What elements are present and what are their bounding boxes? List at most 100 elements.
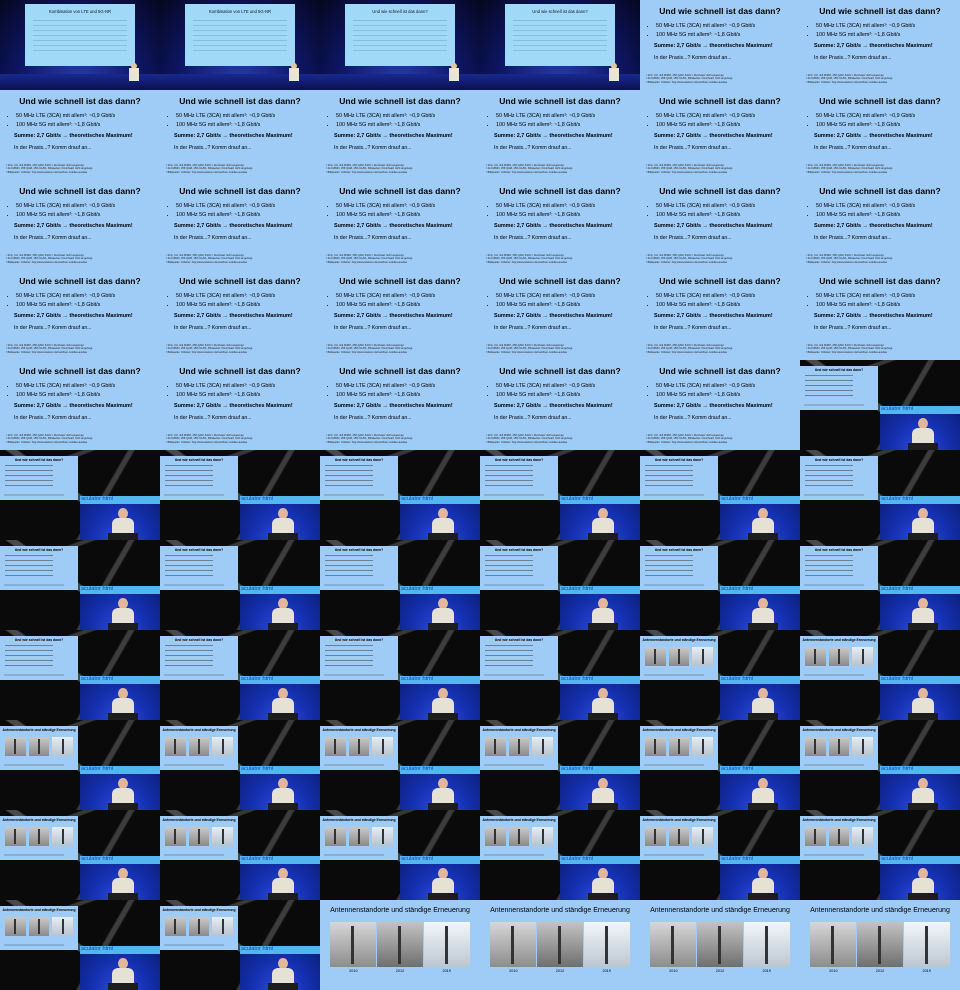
camera-banner: aculator html xyxy=(80,496,160,504)
video-frame-thumbnail[interactable]: Und wie schnell ist das dann? 50 MHz LTE … xyxy=(0,360,160,450)
video-frame-thumbnail[interactable]: Antennenstandorte und ständige Erneuerun… xyxy=(480,720,640,810)
video-frame-thumbnail[interactable]: Und wie schnell ist das dann? 50 MHz LTE … xyxy=(160,360,320,450)
video-frame-thumbnail[interactable]: Und wie schnell ist das dann? 50 MHz LTE … xyxy=(480,90,640,180)
bullet-list: 50 MHz LTE (3CA) mit allem¹: ~0,9 Gbit/s… xyxy=(648,382,755,400)
video-frame-thumbnail[interactable]: Und wie schnell ist das dann? xyxy=(480,0,640,90)
camera-logo-text: aculator html xyxy=(881,586,914,592)
video-frame-thumbnail[interactable]: Antennenstandorte und ständige Erneuerun… xyxy=(800,810,960,900)
video-frame-thumbnail[interactable]: Antennenstandorte und ständige Erneuerun… xyxy=(0,810,160,900)
video-frame-thumbnail[interactable]: Antennenstandorte und ständige Erneuerun… xyxy=(320,720,480,810)
video-frame-thumbnail[interactable]: Kombination von LTE und 5G-NR xyxy=(0,0,160,90)
video-frame-thumbnail[interactable]: Und wie schnell ist das dann? 50 MHz LTE … xyxy=(320,270,480,360)
video-frame-thumbnail[interactable]: Und wie schnell ist das dann? aculator ht… xyxy=(480,450,640,540)
video-frame-thumbnail[interactable]: Und wie schnell ist das dann? 50 MHz LTE … xyxy=(640,360,800,450)
antenna-photo xyxy=(828,647,850,666)
lectern xyxy=(108,893,138,900)
video-frame-thumbnail[interactable]: Und wie schnell ist das dann? 50 MHz LTE … xyxy=(480,270,640,360)
bullet-item: 50 MHz LTE (3CA) mit allem¹: ~0,9 Gbit/s xyxy=(496,202,595,211)
video-frame-thumbnail[interactable]: Und wie schnell ist das dann? 50 MHz LTE … xyxy=(0,270,160,360)
lectern xyxy=(108,623,138,630)
video-frame-thumbnail[interactable]: Und wie schnell ist das dann? aculator ht… xyxy=(800,540,960,630)
video-frame-thumbnail[interactable]: Antennenstandorte und ständige Erneuerun… xyxy=(160,900,320,990)
video-frame-thumbnail[interactable]: Und wie schnell ist das dann? aculator ht… xyxy=(320,450,480,540)
antenna-photo xyxy=(372,827,394,846)
video-frame-thumbnail[interactable]: Und wie schnell ist das dann? 50 MHz LTE … xyxy=(640,180,800,270)
footnote: ³ Bildquelle / Urheber: http://www.telek… xyxy=(166,350,248,354)
camera-banner: aculator html xyxy=(720,676,800,684)
video-frame-thumbnail[interactable]: Antennenstandorte und ständige Erneuerun… xyxy=(800,720,960,810)
video-frame-thumbnail[interactable]: Antennenstandorte und ständige Erneuerun… xyxy=(480,810,640,900)
footnotes: ¹ 3CA, CA: 4x4 MIMO, 256 QAM, 64CC / Dur… xyxy=(166,434,252,444)
video-frame-thumbnail[interactable]: Antennenstandorte und ständige Erneuerun… xyxy=(640,810,800,900)
bullet-list: 50 MHz LTE (3CA) mit allem¹: ~0,9 Gbit/s… xyxy=(808,112,915,130)
video-frame-thumbnail[interactable]: Und wie schnell ist das dann? 50 MHz LTE … xyxy=(480,360,640,450)
summary-text: Summe: 2,7 Gbit/s → theoretisches Maximu… xyxy=(814,43,933,49)
video-frame-thumbnail[interactable]: Und wie schnell ist das dann? aculator ht… xyxy=(160,540,320,630)
mini-slide: Antennenstandorte und ständige Erneuerun… xyxy=(800,726,878,770)
video-frame-thumbnail[interactable]: Antennenstandorte und ständige Erneuerun… xyxy=(160,720,320,810)
footnote: ³ Bildquelle / Urheber: http://www.telek… xyxy=(6,170,88,174)
video-frame-thumbnail[interactable]: Und wie schnell ist das dann? 50 MHz LTE … xyxy=(0,90,160,180)
footnotes: ¹ 3CA, CA: 4x4 MIMO, 256 QAM, 64CC / Dur… xyxy=(6,254,92,264)
mini-slide: Und wie schnell ist das dann? xyxy=(480,636,558,680)
video-frame-thumbnail[interactable]: Und wie schnell ist das dann? 50 MHz LTE … xyxy=(160,180,320,270)
lectern xyxy=(588,533,618,540)
video-frame-thumbnail[interactable]: Und wie schnell ist das dann? 50 MHz LTE … xyxy=(320,180,480,270)
video-frame-thumbnail[interactable]: Und wie schnell ist das dann? aculator ht… xyxy=(800,360,960,450)
video-frame-thumbnail[interactable]: Antennenstandorte und ständige Erneuerun… xyxy=(0,900,160,990)
video-frame-thumbnail[interactable]: Antennenstandorte und ständige Erneuerun… xyxy=(320,810,480,900)
video-frame-thumbnail[interactable]: Antennenstandorte und ständige Erneuerun… xyxy=(0,720,160,810)
video-frame-thumbnail[interactable]: Und wie schnell ist das dann? aculator ht… xyxy=(0,630,160,720)
video-frame-thumbnail[interactable]: Und wie schnell ist das dann? 50 MHz LTE … xyxy=(800,0,960,90)
bullet-item: 100 MHz 5G mit allem²: ~1,8 Gbit/s xyxy=(176,301,275,310)
video-frame-thumbnail[interactable]: Und wie schnell ist das dann? 50 MHz LTE … xyxy=(0,180,160,270)
video-frame-thumbnail[interactable]: Und wie schnell ist das dann? 50 MHz LTE … xyxy=(320,90,480,180)
video-frame-thumbnail[interactable]: Und wie schnell ist das dann? 50 MHz LTE … xyxy=(800,180,960,270)
mini-slide-text xyxy=(5,555,53,577)
mini-antenna-photos xyxy=(645,737,714,756)
video-frame-thumbnail[interactable]: Und wie schnell ist das dann? xyxy=(320,0,480,90)
video-frame-thumbnail[interactable]: Und wie schnell ist das dann? aculator ht… xyxy=(320,540,480,630)
video-frame-thumbnail[interactable]: Und wie schnell ist das dann? 50 MHz LTE … xyxy=(160,270,320,360)
mini-slide-footnotes xyxy=(324,584,384,587)
video-frame-thumbnail[interactable]: Kombination von LTE und 5G-NR xyxy=(160,0,320,90)
video-frame-thumbnail[interactable]: Und wie schnell ist das dann? 50 MHz LTE … xyxy=(480,180,640,270)
bullet-item: 50 MHz LTE (3CA) mit allem¹: ~0,9 Gbit/s xyxy=(656,112,755,121)
video-frame-thumbnail[interactable]: Und wie schnell ist das dann? 50 MHz LTE … xyxy=(640,270,800,360)
video-frame-thumbnail[interactable]: Und wie schnell ist das dann? aculator ht… xyxy=(320,630,480,720)
video-frame-thumbnail[interactable]: Und wie schnell ist das dann? aculator ht… xyxy=(480,540,640,630)
video-frame-thumbnail[interactable]: Und wie schnell ist das dann? aculator ht… xyxy=(640,450,800,540)
video-frame-thumbnail[interactable]: Antennenstandorte und ständige Erneuerun… xyxy=(640,900,800,990)
video-frame-thumbnail[interactable]: Antennenstandorte und ständige Erneuerun… xyxy=(320,900,480,990)
speaker-camera: aculator html xyxy=(720,496,800,540)
video-frame-thumbnail[interactable]: Und wie schnell ist das dann? 50 MHz LTE … xyxy=(320,360,480,450)
video-frame-thumbnail[interactable]: Antennenstandorte und ständige Erneuerun… xyxy=(480,900,640,990)
video-frame-thumbnail[interactable]: Und wie schnell ist das dann? 50 MHz LTE … xyxy=(800,270,960,360)
speaker-camera: aculator html xyxy=(80,676,160,720)
video-frame-thumbnail[interactable]: Und wie schnell ist das dann? aculator ht… xyxy=(800,450,960,540)
mini-slide-text xyxy=(325,645,373,667)
video-frame-thumbnail[interactable]: Antennenstandorte und ständige Erneuerun… xyxy=(800,900,960,990)
video-frame-thumbnail[interactable]: Und wie schnell ist das dann? aculator ht… xyxy=(0,540,160,630)
video-frame-thumbnail[interactable]: Antennenstandorte und ständige Erneuerun… xyxy=(640,720,800,810)
video-frame-thumbnail[interactable]: Und wie schnell ist das dann? 50 MHz LTE … xyxy=(640,90,800,180)
video-frame-thumbnail[interactable]: Antennenstandorte und ständige Erneuerun… xyxy=(640,630,800,720)
summary-text: Summe: 2,7 Gbit/s → theoretisches Maximu… xyxy=(654,313,773,319)
video-frame-thumbnail[interactable]: Antennenstandorte und ständige Erneuerun… xyxy=(800,630,960,720)
video-frame-thumbnail[interactable]: Und wie schnell ist das dann? 50 MHz LTE … xyxy=(800,90,960,180)
camera-logo-text: aculator html xyxy=(81,496,114,502)
video-frame-thumbnail[interactable]: Und wie schnell ist das dann? 50 MHz LTE … xyxy=(640,0,800,90)
video-frame-thumbnail[interactable]: Und wie schnell ist das dann? aculator ht… xyxy=(0,450,160,540)
video-frame-thumbnail[interactable]: Und wie schnell ist das dann? aculator ht… xyxy=(480,630,640,720)
antenna-photo xyxy=(532,827,554,846)
camera-logo-text: aculator html xyxy=(561,676,594,682)
footnote: ³ Bildquelle / Urheber: http://www.telek… xyxy=(646,350,728,354)
video-frame-thumbnail[interactable]: Und wie schnell ist das dann? 50 MHz LTE … xyxy=(160,90,320,180)
video-frame-thumbnail[interactable]: Und wie schnell ist das dann? aculator ht… xyxy=(160,450,320,540)
video-frame-thumbnail[interactable]: Und wie schnell ist das dann? aculator ht… xyxy=(640,540,800,630)
antenna-photo xyxy=(692,827,714,846)
antenna-photo xyxy=(852,647,874,666)
slide-title: Und wie schnell ist das dann? xyxy=(819,96,941,106)
video-frame-thumbnail[interactable]: Antennenstandorte und ständige Erneuerun… xyxy=(160,810,320,900)
video-frame-thumbnail[interactable]: Und wie schnell ist das dann? aculator ht… xyxy=(160,630,320,720)
